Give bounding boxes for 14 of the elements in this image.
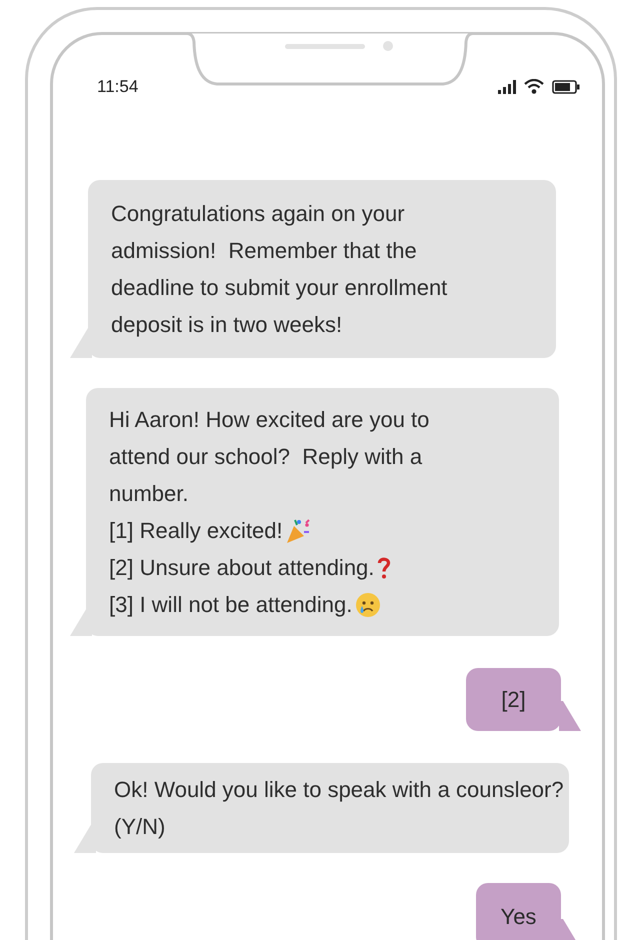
- reply-option: [2] Unsure about attending.: [109, 549, 374, 586]
- crying-face-icon: [355, 592, 382, 618]
- signal-icon: [498, 80, 516, 94]
- status-time: 11:54: [97, 76, 138, 98]
- message-text: Hi Aaron! How excited are you to attend our school? Reply with a number.: [109, 406, 430, 508]
- message-text: Yes: [500, 902, 536, 930]
- message-text: Congratulations again on your admission! Remember that the deadline to submit your enrollment deposit is in two weeks!: [111, 200, 448, 339]
- reply-option: [1] Really excited!: [109, 512, 283, 549]
- battery-icon: [552, 80, 580, 94]
- wifi-icon: [524, 79, 544, 94]
- question-icon: [377, 556, 392, 580]
- message-text: Ok! Would you like to speak with a counsleor? (Y/N): [114, 776, 565, 841]
- reply-option: [3] I will not be attending.: [109, 586, 352, 623]
- message-text: [2]: [501, 686, 526, 714]
